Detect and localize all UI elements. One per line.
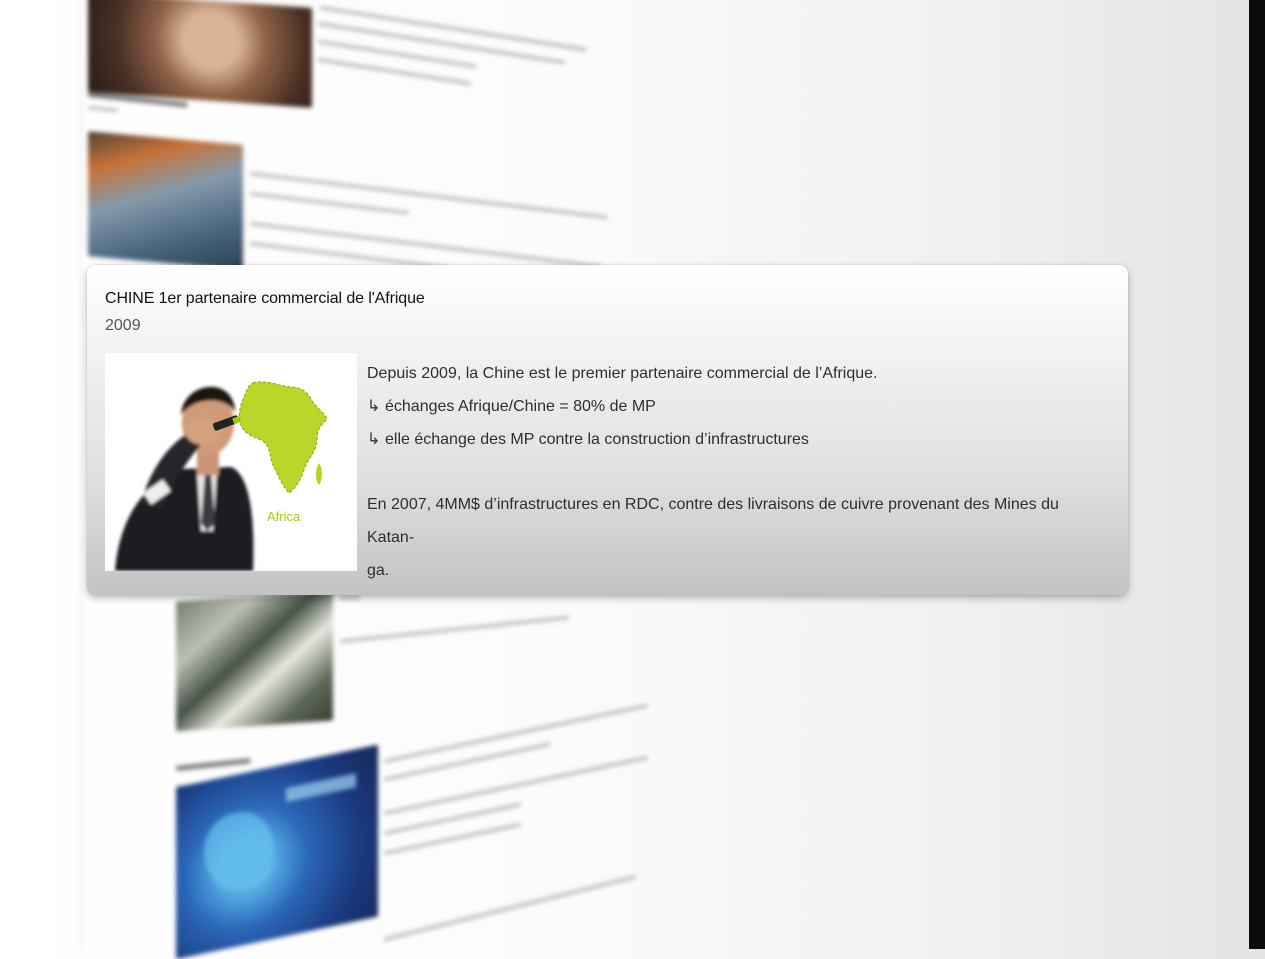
background-photo-ship [88,131,243,270]
background-text-line [340,596,360,599]
bullet-text: échanges Afrique/Chine = 80% de MP [385,398,656,415]
background-text-line [249,192,409,215]
event-description: Depuis 2009, la Chine est le premier par… [367,357,1107,587]
background-text-line [87,106,118,113]
background-text-line [383,703,649,763]
background-photo-portrait [88,0,312,108]
timeline-event-card[interactable]: CHINE 1er partenaire commercial de l'Afr… [87,265,1128,595]
background-text-line [249,222,603,269]
event-title: CHINE 1er partenaire commercial de l'Afr… [105,290,425,307]
background-text-line [339,615,569,643]
event-image: Africa [105,353,357,571]
background-text-line [383,742,551,781]
bullet-text: elle échange des MP contre la constructi… [385,431,809,448]
background-map-shape [204,804,274,900]
description-paragraph-2-line-2: ga. [367,562,390,579]
africa-label: Africa [267,509,301,524]
description-bullet-1: ↳ échanges Afrique/Chine = 80% de MP [367,390,1107,423]
description-paragraph-2-line-1: En 2007, 4MM$ d’infrastructures en RDC, … [367,496,1059,546]
description-bullet-2: ↳ elle échange des MP contre la construct… [367,423,1107,456]
background-text-line [249,172,608,219]
background-text-line [383,875,637,941]
arrow-down-right-icon: ↳ [367,431,381,448]
background-heading [175,758,251,771]
background-photo-factory [176,590,333,732]
description-paragraph-1: Depuis 2009, la Chine est le premier par… [367,365,878,382]
businessman-drawing-africa-illustration: Africa [105,353,357,571]
background-banner [286,773,356,803]
arrow-down-right-icon: ↳ [367,398,381,415]
right-edge-border [1249,0,1265,949]
event-year: 2009 [105,317,141,334]
timeline-axis [80,0,82,949]
background-photo-africa-banner [176,744,378,959]
